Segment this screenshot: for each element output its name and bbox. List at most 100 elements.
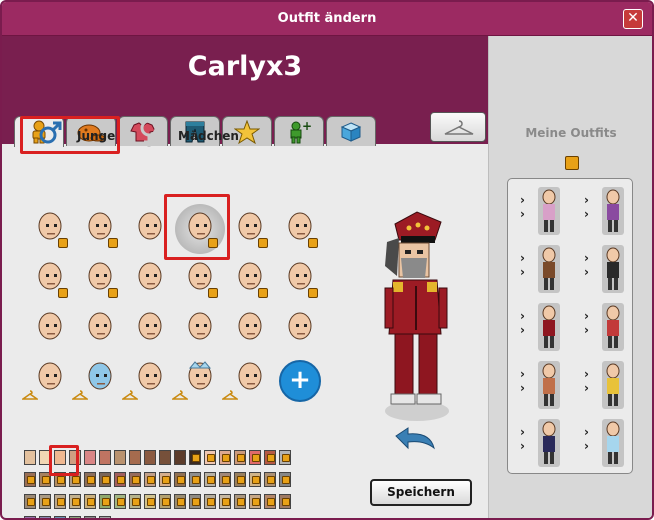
face-option[interactable] — [228, 258, 272, 304]
face-option[interactable] — [128, 258, 172, 304]
color-swatch[interactable] — [219, 472, 231, 487]
outfit-prev-arrow[interactable]: › — [584, 208, 589, 220]
color-swatch[interactable] — [204, 472, 216, 487]
color-swatch[interactable] — [129, 450, 141, 465]
outfit-prev-arrow[interactable]: › — [520, 440, 525, 452]
outfit-slot[interactable] — [602, 419, 624, 467]
color-swatch[interactable] — [249, 450, 261, 465]
face-option[interactable] — [222, 358, 272, 404]
color-swatch[interactable] — [84, 472, 96, 487]
face-option[interactable] — [22, 358, 72, 404]
color-swatch[interactable] — [24, 516, 36, 518]
color-swatch[interactable] — [279, 472, 291, 487]
face-option[interactable] — [278, 258, 322, 304]
color-swatch[interactable] — [84, 494, 96, 509]
color-swatch[interactable] — [234, 472, 246, 487]
face-option[interactable] — [164, 194, 230, 260]
outfit-next-arrow[interactable]: › — [520, 426, 525, 438]
outfit-next-arrow[interactable]: › — [584, 368, 589, 380]
wardrobe-button[interactable] — [430, 112, 486, 142]
color-swatch[interactable] — [279, 450, 291, 465]
face-option[interactable] — [78, 258, 122, 304]
gender-female[interactable]: Mädchen — [132, 118, 242, 152]
tab-pets[interactable]: + — [274, 116, 324, 146]
outfit-next-arrow[interactable]: › — [584, 310, 589, 322]
color-swatch[interactable] — [54, 516, 66, 518]
color-swatch[interactable] — [189, 450, 201, 465]
color-swatch[interactable] — [129, 472, 141, 487]
outfit-prev-arrow[interactable]: › — [584, 266, 589, 278]
face-option[interactable] — [122, 358, 172, 404]
color-swatch[interactable] — [219, 494, 231, 509]
save-button[interactable]: Speichern — [370, 479, 472, 506]
color-swatch[interactable] — [144, 472, 156, 487]
gender-male[interactable]: Junge — [22, 118, 118, 152]
color-swatch[interactable] — [279, 494, 291, 509]
color-swatch[interactable] — [69, 494, 81, 509]
color-swatch[interactable] — [99, 450, 111, 465]
color-swatch[interactable] — [24, 494, 36, 509]
outfit-slot[interactable] — [538, 187, 560, 235]
outfit-prev-arrow[interactable]: › — [520, 266, 525, 278]
color-swatch[interactable] — [189, 494, 201, 509]
color-swatch[interactable] — [24, 472, 36, 487]
color-swatch[interactable] — [219, 450, 231, 465]
color-swatch[interactable] — [144, 494, 156, 509]
outfit-slot[interactable] — [538, 361, 560, 409]
face-option[interactable] — [278, 208, 322, 254]
outfit-next-arrow[interactable]: › — [520, 194, 525, 206]
face-option[interactable] — [28, 208, 72, 254]
color-swatch[interactable] — [159, 450, 171, 465]
color-swatch[interactable] — [99, 472, 111, 487]
add-face-button[interactable]: + — [279, 360, 321, 402]
color-swatch[interactable] — [189, 472, 201, 487]
face-option[interactable] — [228, 208, 272, 254]
outfit-prev-arrow[interactable]: › — [520, 324, 525, 336]
color-swatch[interactable] — [24, 450, 36, 465]
outfit-prev-arrow[interactable]: › — [520, 382, 525, 394]
title-bar[interactable]: Outfit ändern ✕ — [2, 2, 652, 36]
outfit-slot[interactable] — [538, 419, 560, 467]
face-option[interactable] — [78, 308, 122, 354]
color-swatch[interactable] — [54, 494, 66, 509]
color-swatch[interactable] — [159, 472, 171, 487]
color-swatch[interactable] — [249, 494, 261, 509]
outfit-next-arrow[interactable]: › — [584, 426, 589, 438]
outfit-prev-arrow[interactable]: › — [520, 208, 525, 220]
tab-cube[interactable] — [326, 116, 376, 146]
face-option[interactable] — [78, 208, 122, 254]
color-swatch[interactable] — [234, 494, 246, 509]
rotate-arrow-icon[interactable] — [390, 426, 438, 458]
face-option[interactable] — [178, 258, 222, 304]
color-swatch[interactable] — [174, 494, 186, 509]
outfit-next-arrow[interactable]: › — [584, 194, 589, 206]
color-swatch[interactable] — [159, 494, 171, 509]
color-swatch[interactable] — [114, 450, 126, 465]
close-button[interactable]: ✕ — [623, 9, 643, 29]
face-option[interactable] — [28, 308, 72, 354]
outfit-prev-arrow[interactable]: › — [584, 440, 589, 452]
color-swatch[interactable] — [174, 472, 186, 487]
outfit-next-arrow[interactable]: › — [520, 310, 525, 322]
outfit-next-arrow[interactable]: › — [584, 252, 589, 264]
outfit-slot[interactable] — [602, 245, 624, 293]
face-option[interactable] — [172, 358, 222, 404]
color-swatch[interactable] — [264, 450, 276, 465]
outfit-slot[interactable] — [538, 245, 560, 293]
color-swatch[interactable] — [129, 494, 141, 509]
color-swatch[interactable] — [39, 494, 51, 509]
outfit-prev-arrow[interactable]: › — [584, 382, 589, 394]
face-option[interactable] — [28, 258, 72, 304]
outfit-slot[interactable] — [602, 361, 624, 409]
color-swatch[interactable] — [69, 516, 81, 518]
outfit-slot[interactable] — [538, 303, 560, 351]
outfit-slot[interactable] — [602, 187, 624, 235]
outfit-prev-arrow[interactable]: › — [584, 324, 589, 336]
face-option[interactable] — [72, 358, 122, 404]
face-option[interactable] — [228, 308, 272, 354]
color-swatch[interactable] — [264, 472, 276, 487]
face-option[interactable] — [178, 308, 222, 354]
outfit-next-arrow[interactable]: › — [520, 368, 525, 380]
face-option[interactable] — [278, 308, 322, 354]
color-swatch[interactable] — [144, 450, 156, 465]
